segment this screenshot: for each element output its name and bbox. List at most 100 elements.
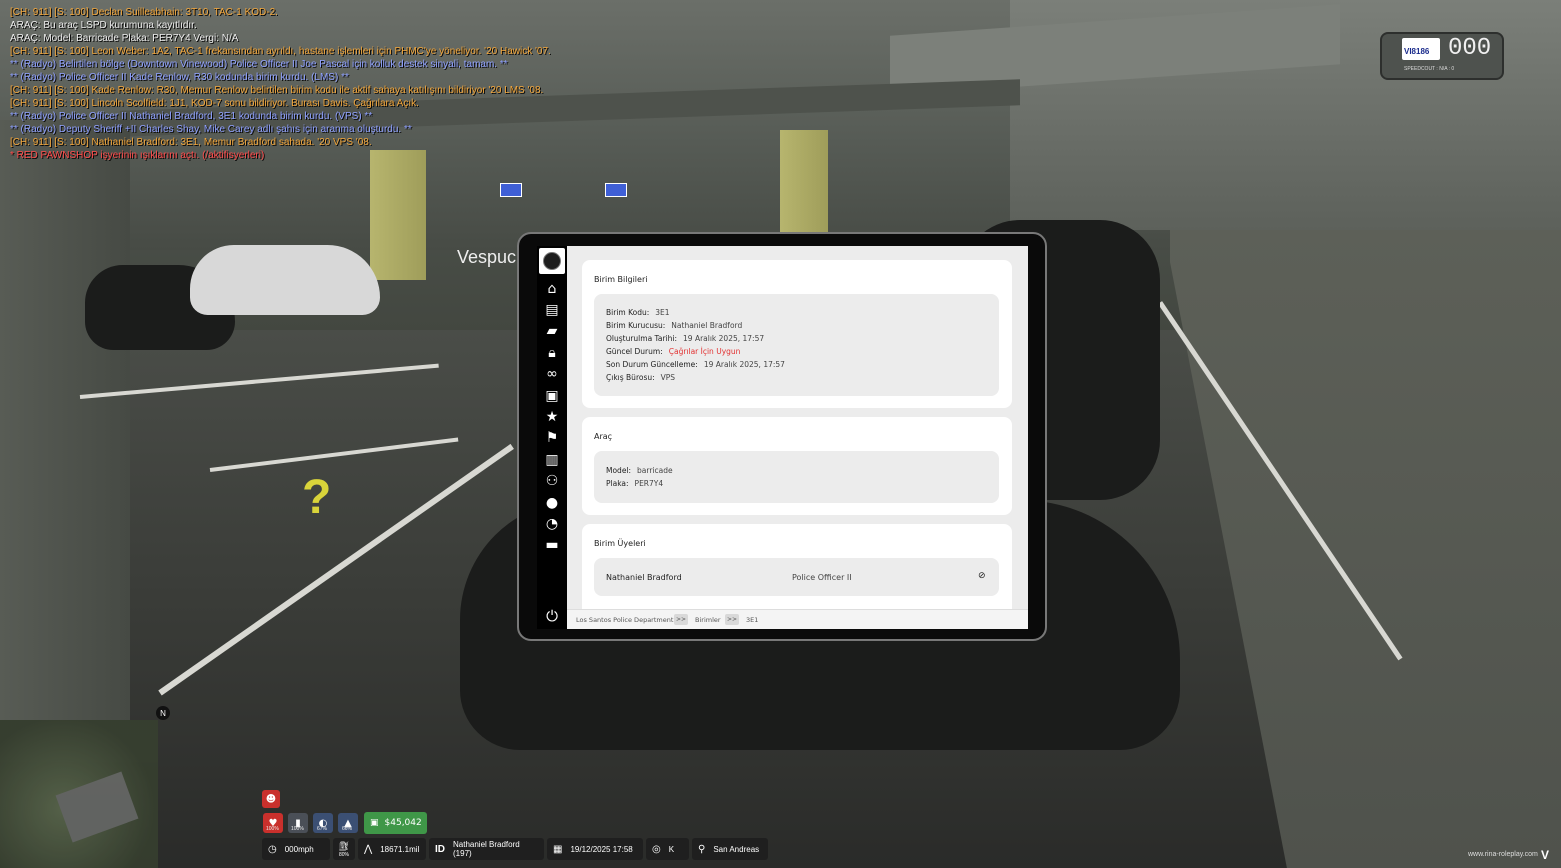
card-title: Araç	[594, 432, 613, 441]
chat-line: ARAÇ: Model: Barricade Plaka: PER7Y4 Ver…	[10, 33, 239, 44]
members-card: Birim Üyeleri Nathaniel Bradford Police …	[582, 524, 1012, 609]
chat-line: [CH: 911] [S: 100] Declan Suilleabhain: …	[10, 7, 278, 18]
briefcase-icon[interactable]: ▣	[537, 385, 567, 406]
power-icon[interactable]: ⏻	[537, 605, 567, 627]
chat-line: [CH: 911] [S: 100] Nathaniel Bradford: 3…	[10, 137, 372, 148]
location-box: ⚲ San Andreas	[692, 838, 768, 860]
unit-info-card: Birim Bilgileri Birim Kodu: 3E1 Birim Kur…	[582, 260, 1012, 408]
folder-open-icon[interactable]: ▰	[537, 321, 567, 342]
user-icon[interactable]: ●	[537, 492, 567, 513]
breadcrumb-separator: >>	[674, 614, 688, 625]
remove-member-icon[interactable]: ⊘	[978, 571, 986, 581]
chat-log: [CH: 911] [S: 100] Declan Suilleabhain: …	[10, 6, 551, 162]
id-label: ID	[435, 843, 445, 855]
speedometer-icon: ◷	[268, 843, 277, 855]
direction-value: K	[668, 844, 675, 854]
flag-icon[interactable]: ⚑	[537, 428, 567, 449]
fuel-icon: ⛽︎	[338, 840, 350, 851]
vehicle-panel: Model: barricade Plaka: PER7Y4	[594, 451, 999, 503]
star-icon[interactable]: ★	[537, 406, 567, 427]
health-value: 100%	[266, 826, 279, 832]
fuel-box: ⛽︎ 80%	[333, 838, 355, 860]
street-label: Vespuc	[457, 247, 517, 267]
book-icon[interactable]: ▤	[537, 299, 567, 320]
direction-box: ◎ K	[646, 838, 689, 860]
datetime-value: 19/12/2025 17:58	[570, 844, 633, 854]
binoculars-icon[interactable]: ∞	[537, 364, 567, 385]
created-date-row: Oluşturulma Tarihi: 19 Aralık 2025, 17:57	[606, 334, 765, 343]
player-name: Nathaniel Bradford (197)	[453, 840, 520, 858]
chat-line: ** (Radyo) Belirtilen bölge (Downtown Vi…	[10, 59, 508, 70]
chat-line: [CH: 911] [S: 100] Leon Weber: 1A2, TAC-…	[10, 46, 551, 57]
member-rank: Police Officer II	[792, 573, 852, 582]
calendar-icon: ▦	[553, 843, 563, 855]
status-badge: Çağrılar İçin Uygun	[668, 347, 741, 356]
money-display: ▣ $45,042	[364, 812, 427, 834]
breadcrumb-separator: >>	[725, 614, 739, 625]
office-row: Çıkış Bürosu: VPS	[606, 373, 676, 382]
unit-code-row: Birim Kodu: 3E1	[606, 308, 670, 317]
plate-number: VI8186	[1404, 47, 1430, 56]
server-logo: V	[1541, 848, 1550, 862]
vehicle-card: Araç Model: barricade Plaka: PER7Y4	[582, 417, 1012, 515]
lock-icon[interactable]: 🔒︎	[537, 342, 567, 363]
minimap-road	[55, 771, 139, 843]
chat-line: ARAÇ: Bu araç LSPD kurumuna kayıtlıdır.	[10, 20, 197, 31]
users-icon[interactable]: ⚇	[537, 471, 567, 492]
pillar	[780, 130, 828, 240]
exit-sign	[605, 183, 627, 197]
mileage-value: 18671.1mil	[380, 844, 420, 854]
mdt-content: Birim Bilgileri Birim Kodu: 3E1 Birim Kur…	[567, 246, 1028, 609]
wallet-icon: ▣	[370, 818, 379, 828]
parked-car	[190, 245, 380, 315]
pillar	[0, 120, 130, 720]
chat-line: [CH: 911] [S: 100] Kade Renlow: R30, Mem…	[10, 85, 544, 96]
road-icon: ⋀	[364, 843, 373, 855]
minimap	[0, 720, 158, 868]
north-indicator: N	[156, 706, 170, 720]
chat-line: ** (Radyo) Deputy Sheriff +II Charles Sh…	[10, 124, 412, 135]
breadcrumb: Los Santos Police Department >> Birimler…	[567, 609, 1028, 629]
unit-info-panel: Birim Kodu: 3E1 Birim Kurucusu: Nathaniel …	[594, 294, 999, 396]
player-id-box: ID Nathaniel Bradford (197)	[429, 838, 544, 860]
archive-icon[interactable]: ▬	[537, 535, 567, 556]
speed-readout: 000	[1448, 35, 1492, 62]
sidebar-nav: ⌂ ▤ ▰ 🔒︎ ∞ ▣ ★ ⚑ ▥ ⚇ ● ◔ ▬	[537, 278, 567, 556]
speed-value: 000mph	[284, 844, 314, 854]
breadcrumb-item: 3E1	[746, 616, 759, 624]
thirst-value: 67%	[317, 826, 328, 832]
speedcout-readout: SPEEDCOUT : N/A : 0	[1404, 66, 1455, 72]
pillar	[370, 150, 426, 280]
location-value: San Andreas	[713, 844, 760, 854]
hunger-value: 100%	[291, 826, 304, 832]
server-url: www.rina-roleplay.com	[1468, 851, 1538, 858]
current-status-row: Güncel Durum: Çağrılar İçin Uygun	[606, 347, 741, 356]
mileage-box: ⋀ 18671.1mil	[358, 838, 426, 860]
card-title: Birim Üyeleri	[594, 539, 646, 548]
speed-box: ◷ 000mph	[262, 838, 330, 860]
member-row: Nathaniel Bradford Police Officer II ⊘	[594, 558, 999, 596]
player-icon: ☻	[262, 790, 280, 808]
fuel-value: 80%	[338, 851, 349, 858]
clipboard-icon[interactable]: ▥	[537, 449, 567, 470]
home-icon[interactable]: ⌂	[537, 278, 567, 299]
card-title: Birim Bilgileri	[594, 275, 648, 284]
last-update-row: Son Durum Güncelleme: 19 Aralık 2025, 17:…	[606, 360, 785, 369]
member-name: Nathaniel Bradford	[606, 573, 682, 582]
exit-sign	[500, 183, 522, 197]
unit-founder-row: Birim Kurucusu: Nathaniel Bradford	[606, 321, 743, 330]
badge-icon	[543, 252, 561, 270]
chat-line: * RED PAWNSHOP işyerinin ışıklarını açtı…	[10, 150, 265, 161]
gauge-icon[interactable]: ◔	[537, 513, 567, 534]
datetime-box: ▦ 19/12/2025 17:58	[547, 838, 643, 860]
armor-value: 66%	[342, 826, 353, 832]
money-value: $45,042	[384, 818, 422, 828]
lspd-logo[interactable]	[539, 248, 565, 274]
breadcrumb-item[interactable]: Birimler	[695, 616, 721, 624]
location-pin-icon: ⚲	[698, 843, 706, 855]
vehicle-plate-row: Plaka: PER7Y4	[606, 479, 664, 488]
compass-icon: ◎	[652, 843, 661, 855]
question-marker: ?	[302, 471, 332, 524]
chat-line: [CH: 911] [S: 100] Lincoln Scolfield: 1J…	[10, 98, 419, 109]
breadcrumb-item[interactable]: Los Santos Police Department	[576, 616, 673, 624]
